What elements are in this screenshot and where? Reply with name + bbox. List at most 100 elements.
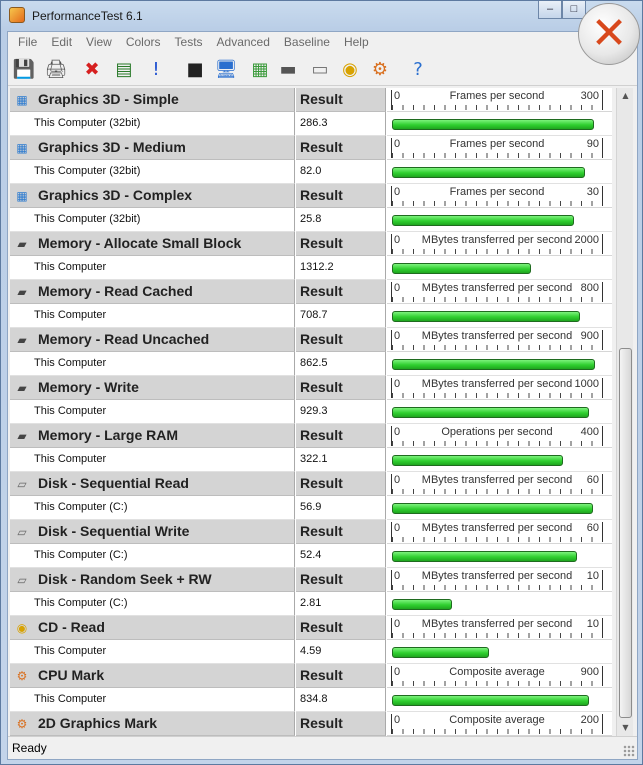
scroll-up-arrow-icon[interactable]: ▲: [618, 88, 633, 104]
scale-ticks: [392, 345, 602, 350]
disk-drive-icon[interactable]: ▭: [308, 57, 332, 81]
test-header-row[interactable]: ▰ Memory - Read Cached Result 0 MBytes trans…: [10, 280, 612, 304]
scale-unit: MBytes transferred per second: [421, 378, 573, 390]
menu-file[interactable]: File: [12, 35, 45, 49]
result-header-cell: Result: [296, 616, 386, 640]
scale-ticks: [392, 297, 602, 302]
scale-ruler: 0 Frames per second 300: [391, 90, 603, 110]
delete-icon[interactable]: ✖: [80, 57, 104, 81]
result-bar: [392, 551, 577, 562]
menu-advanced[interactable]: Advanced: [211, 35, 278, 49]
result-value: 2.81: [300, 597, 322, 609]
scroll-down-arrow-icon[interactable]: ▼: [618, 720, 633, 736]
scale-cell: 0 Frames per second 30: [387, 184, 612, 208]
scale-max: 800: [580, 282, 599, 294]
stop-icon[interactable]: ■: [183, 57, 207, 81]
test-result-row[interactable]: This Computer 929.3: [10, 400, 612, 424]
computer-name-cell: This Computer (32bit): [10, 208, 295, 232]
test-header-row[interactable]: ▦ Graphics 3D - Simple Result 0 Frames per s…: [10, 88, 612, 112]
monitor-icon[interactable]: 🖥: [214, 57, 238, 81]
client-area: File Edit View Colors Tests Advanced Baseline H…: [7, 31, 638, 760]
3d-cubes-icon: ▦: [16, 93, 28, 107]
scale-unit: Frames per second: [449, 138, 545, 150]
app-icon[interactable]: [9, 7, 25, 23]
scale-max: 60: [586, 474, 599, 486]
scrollbar-thumb[interactable]: [619, 348, 632, 718]
result-header-cell: Result: [296, 712, 386, 736]
menu-colors[interactable]: Colors: [120, 35, 169, 49]
resize-grip-icon[interactable]: [623, 745, 635, 757]
test-header-row[interactable]: ▰ Memory - Read Uncached Result 0 MBytes tra…: [10, 328, 612, 352]
test-name: CD - Read: [38, 619, 105, 635]
scale-cell: 0 Frames per second 300: [387, 88, 612, 112]
test-result-row[interactable]: This Computer 834.8: [10, 688, 612, 712]
computer-name: This Computer (32bit): [34, 165, 141, 177]
memory-chip-icon[interactable]: ▬: [276, 57, 300, 81]
test-header-row[interactable]: ▦ Graphics 3D - Complex Result 0 Frames per …: [10, 184, 612, 208]
test-result-row[interactable]: This Computer (32bit) 286.3: [10, 112, 612, 136]
test-result-row[interactable]: This Computer (C:) 2.81: [10, 592, 612, 616]
test-result-row[interactable]: This Computer 1312.2: [10, 256, 612, 280]
test-header-row[interactable]: ▦ Graphics 3D - Medium Result 0 Frames per s…: [10, 136, 612, 160]
test-header-row[interactable]: ▰ Memory - Allocate Small Block Result 0 MBy…: [10, 232, 612, 256]
result-value: 52.4: [300, 549, 322, 561]
test-name: Graphics 3D - Complex: [38, 187, 193, 203]
scale-ruler: 0 MBytes transferred per second 10: [391, 618, 603, 638]
cd-icon[interactable]: ◉: [338, 57, 362, 81]
vertical-scrollbar[interactable]: ▲ ▼: [616, 88, 633, 736]
test-result-row[interactable]: This Computer 322.1: [10, 448, 612, 472]
scale-unit: Frames per second: [449, 90, 545, 102]
menu-tests[interactable]: Tests: [169, 35, 211, 49]
test-result-row[interactable]: This Computer 4.59: [10, 640, 612, 664]
test-header-row[interactable]: ▰ Memory - Write Result 0 MBytes transferred…: [10, 376, 612, 400]
test-name-cell: ▱ Disk - Sequential Write: [10, 520, 295, 544]
result-bar: [392, 167, 585, 178]
menu-help[interactable]: Help: [338, 35, 377, 49]
scale-cell: 0 MBytes transferred per second 60: [387, 520, 612, 544]
close-button[interactable]: ✕: [578, 3, 640, 65]
scale-max: 10: [586, 570, 599, 582]
scale-ruler: 0 Frames per second 30: [391, 186, 603, 206]
result-bar-cell: [387, 304, 612, 328]
test-result-row[interactable]: This Computer (32bit) 25.8: [10, 208, 612, 232]
test-result-row[interactable]: This Computer (C:) 56.9: [10, 496, 612, 520]
result-header-cell: Result: [296, 664, 386, 688]
test-header-row[interactable]: ◉ CD - Read Result 0 MBytes transferred per …: [10, 616, 612, 640]
test-header-row[interactable]: ▱ Disk - Sequential Read Result 0 MBytes tra…: [10, 472, 612, 496]
cpu-mark-icon[interactable]: ⚙: [368, 57, 392, 81]
test-header-row[interactable]: ⚙ CPU Mark Result 0 Composite average 900: [10, 664, 612, 688]
test-header-row[interactable]: ▰ Memory - Large RAM Result 0 Operations per…: [10, 424, 612, 448]
test-header-row[interactable]: ▱ Disk - Sequential Write Result 0 MBytes tr…: [10, 520, 612, 544]
test-result-row[interactable]: This Computer 862.5: [10, 352, 612, 376]
result-bar-cell: [387, 352, 612, 376]
memory-chip-icon: ▰: [17, 429, 27, 443]
test-result-row[interactable]: This Computer (C:) 52.4: [10, 544, 612, 568]
save-icon[interactable]: 💾: [12, 57, 36, 81]
test-result-row[interactable]: This Computer (32bit) 82.0: [10, 160, 612, 184]
help-icon[interactable]: ?: [406, 57, 430, 81]
scale-ticks: [392, 441, 602, 446]
computer-name-cell: This Computer (C:): [10, 592, 295, 616]
3d-cubes-icon[interactable]: ▦: [248, 57, 272, 81]
minimize-button[interactable]: –: [538, 1, 562, 19]
result-value-cell: 1312.2: [296, 256, 386, 280]
test-header-row[interactable]: ▱ Disk - Random Seek + RW Result 0 MBytes tr…: [10, 568, 612, 592]
report-icon[interactable]: ▤: [112, 57, 136, 81]
test-result-row[interactable]: This Computer 708.7: [10, 304, 612, 328]
result-value-cell: 56.9: [296, 496, 386, 520]
test-header-row[interactable]: ⚙ 2D Graphics Mark Result 0 Composite averag…: [10, 712, 612, 736]
print-icon[interactable]: 🖨: [44, 57, 68, 81]
app-window: PerformanceTest 6.1 – □ ✕ File Edit View Co…: [0, 0, 643, 765]
test-name-cell: ▱ Disk - Sequential Read: [10, 472, 295, 496]
result-header-cell: Result: [296, 280, 386, 304]
result-value: 25.8: [300, 213, 322, 225]
result-value: 834.8: [300, 693, 328, 705]
menu-baseline[interactable]: Baseline: [278, 35, 338, 49]
result-label: Result: [300, 139, 343, 155]
3d-cubes-icon: ▦: [16, 189, 28, 203]
scale-ruler: 0 Composite average 200: [391, 714, 603, 734]
menu-edit[interactable]: Edit: [45, 35, 80, 49]
cpu-mark-icon: ⚙: [16, 669, 28, 683]
info-icon[interactable]: !: [144, 57, 168, 81]
menu-view[interactable]: View: [80, 35, 120, 49]
